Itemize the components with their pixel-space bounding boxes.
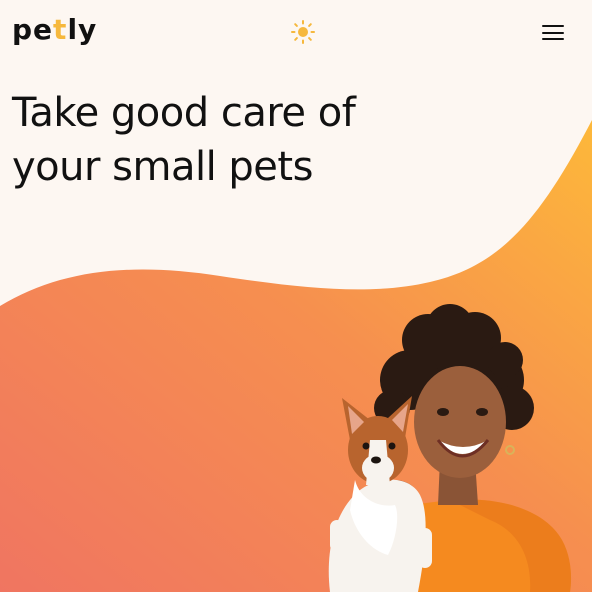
theme-toggle-button[interactable]	[290, 19, 316, 45]
logo-text-accent: t	[53, 13, 68, 46]
logo-text-start: pe	[12, 13, 54, 46]
logo[interactable]: petly	[12, 12, 97, 48]
page: petly Take good care of your small pets	[0, 0, 592, 592]
sun-icon	[291, 20, 315, 44]
logo-text-end: ly	[67, 13, 98, 46]
menu-button[interactable]	[540, 22, 566, 44]
hero-title-line-1: Take good care of	[12, 90, 356, 136]
hero-title-line-2: your small pets	[12, 144, 313, 190]
hero-title: Take good care of your small pets	[12, 86, 412, 194]
woman-holding-puppy-photo	[328, 304, 572, 592]
header: petly	[0, 0, 592, 64]
